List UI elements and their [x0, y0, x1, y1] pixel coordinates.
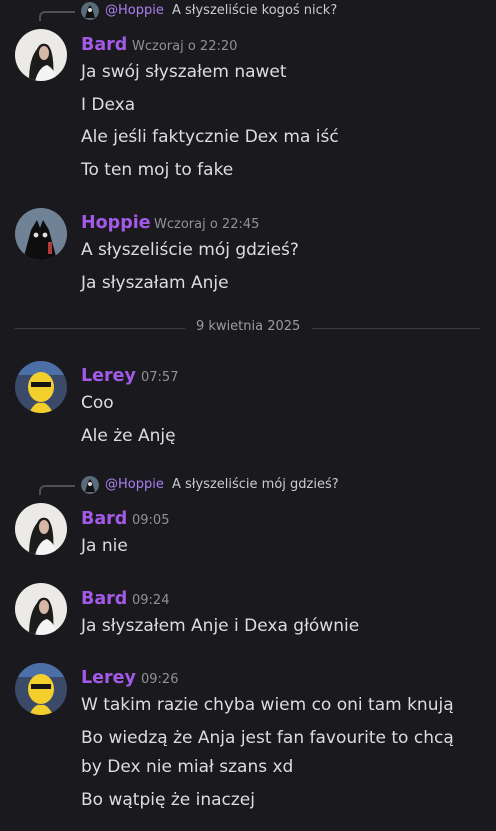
- message-text[interactable]: W takim razie chyba wiem co oni tam knuj…: [81, 695, 454, 715]
- message-text[interactable]: I Dexa: [81, 95, 135, 115]
- reply-connector: [39, 11, 75, 21]
- author-name[interactable]: Bard: [81, 509, 127, 529]
- reply-mention[interactable]: @Hoppie: [105, 3, 164, 18]
- message-text[interactable]: Bo wątpię że inaczej: [81, 790, 255, 810]
- avatar-hoppie[interactable]: [15, 208, 67, 260]
- timestamp: 07:57: [141, 370, 179, 385]
- timestamp: Wczoraj o 22:20: [132, 39, 238, 54]
- message-text[interactable]: Bo wiedzą że Anja jest fan favourite to …: [81, 728, 454, 748]
- message-text[interactable]: Ale że Anję: [81, 426, 176, 446]
- author-name[interactable]: Lerey: [81, 668, 136, 688]
- avatar-bard[interactable]: [15, 503, 67, 555]
- avatar-bard[interactable]: [15, 583, 67, 635]
- timestamp: 09:26: [141, 672, 179, 687]
- author-name[interactable]: Bard: [81, 589, 127, 609]
- reply-text[interactable]: A słyszeliście mój gdzieś?: [172, 477, 339, 492]
- message-text[interactable]: Ja słyszałem Anje i Dexa głównie: [81, 616, 359, 636]
- timestamp: 09:05: [132, 513, 170, 528]
- avatar-lerey[interactable]: [15, 663, 67, 715]
- divider-line-left: [15, 328, 185, 329]
- message-text[interactable]: Ja swój słyszałem nawet: [81, 62, 287, 82]
- author-name[interactable]: Lerey: [81, 366, 136, 386]
- reply-avatar-hoppie[interactable]: [81, 2, 99, 20]
- message-text[interactable]: Coo: [81, 393, 114, 413]
- timestamp: Wczoraj o 22:45: [154, 217, 260, 232]
- avatar-bard[interactable]: [15, 29, 67, 81]
- avatar-lerey[interactable]: [15, 361, 67, 413]
- reply-text[interactable]: A słyszeliście kogoś nick?: [172, 3, 337, 18]
- message-text[interactable]: Ale jeśli faktycznie Dex ma iść: [81, 127, 339, 147]
- divider-line-right: [312, 328, 480, 329]
- author-name[interactable]: Hoppie: [81, 213, 151, 233]
- message-text[interactable]: by Dex nie miał szans xd: [81, 757, 293, 777]
- reply-connector: [39, 485, 75, 495]
- message-text[interactable]: To ten moj to fake: [81, 160, 233, 180]
- message-text[interactable]: Ja nie: [81, 536, 128, 556]
- message-text[interactable]: A słyszeliście mój gdzieś?: [81, 240, 299, 260]
- reply-avatar-hoppie[interactable]: [81, 476, 99, 494]
- timestamp: 09:24: [132, 593, 170, 608]
- date-divider: 9 kwietnia 2025: [196, 319, 301, 334]
- author-name[interactable]: Bard: [81, 35, 127, 55]
- reply-mention[interactable]: @Hoppie: [105, 477, 164, 492]
- message-text[interactable]: Ja słyszałam Anje: [81, 273, 229, 293]
